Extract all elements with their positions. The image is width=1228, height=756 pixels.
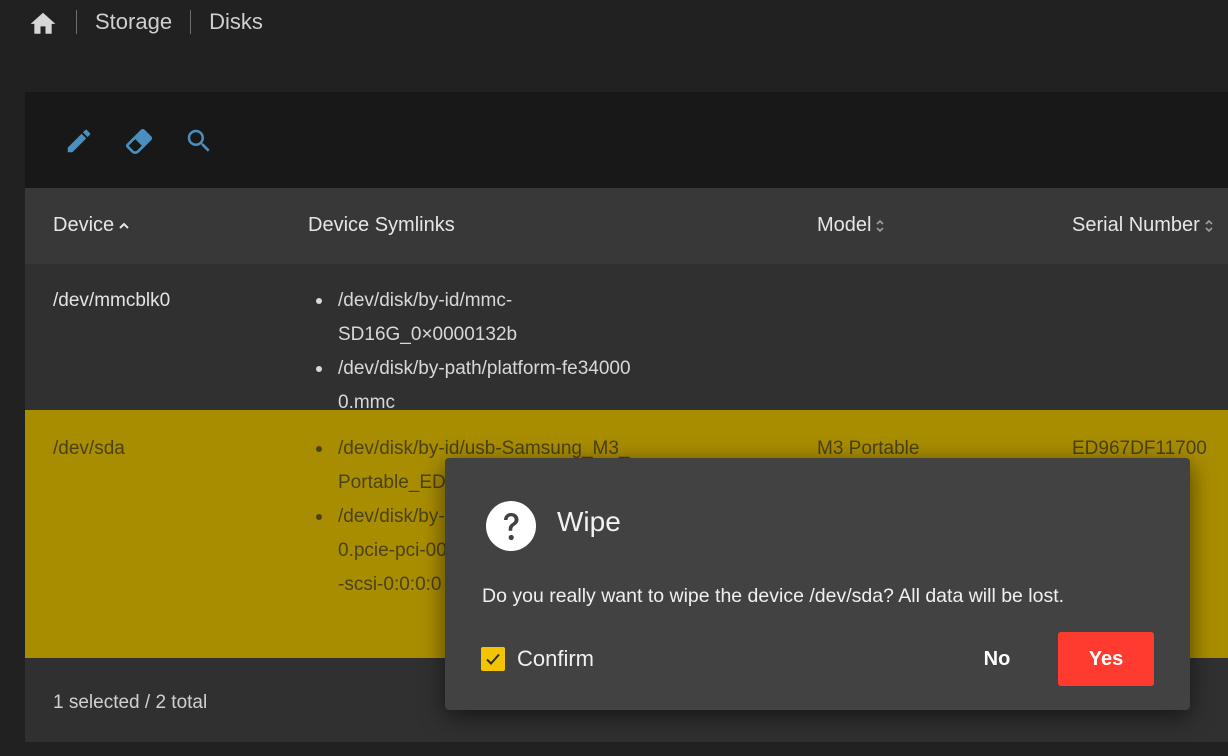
search-button[interactable] — [182, 124, 216, 158]
breadcrumb-separator — [76, 10, 77, 34]
cell-model: M3 Portable — [817, 438, 920, 459]
column-header-serial[interactable]: Serial Number — [1072, 214, 1214, 237]
column-header-symlinks: Device Symlinks — [308, 214, 455, 237]
eraser-icon — [125, 128, 153, 154]
cell-symlinks: /dev/disk/by-id/mmc-SD16G_0×0000132b /de… — [308, 284, 638, 420]
breadcrumb-separator — [190, 10, 192, 34]
breadcrumb: Storage Disks — [28, 6, 263, 38]
confirm-checkbox[interactable]: Confirm — [481, 646, 594, 672]
cell-serial: ED967DF11700 — [1072, 438, 1207, 459]
question-circle-icon — [486, 501, 536, 551]
cell-device: /dev/sda — [53, 438, 125, 459]
sort-ascending-icon — [119, 222, 129, 229]
column-header-device[interactable]: Device — [53, 214, 130, 237]
breadcrumb-storage[interactable]: Storage — [95, 9, 172, 35]
no-button[interactable]: No — [963, 632, 1031, 686]
checkbox-checked[interactable] — [481, 647, 505, 671]
confirm-label: Confirm — [517, 646, 595, 671]
sort-icon — [876, 219, 885, 232]
column-header-label: Serial Number — [1072, 214, 1200, 236]
edit-button[interactable] — [62, 124, 96, 158]
wipe-dialog: Wipe Do you really want to wipe the devi… — [445, 458, 1190, 710]
wipe-button[interactable] — [122, 124, 156, 158]
symlink-item: /dev/disk/by-id/mmc-SD16G_0×0000132b — [308, 284, 638, 352]
dialog-message: Do you really want to wipe the device /d… — [482, 585, 1065, 607]
search-icon — [187, 129, 210, 152]
checkmark-icon — [486, 653, 500, 665]
table-header: Device Device Symlinks Model Serial Numb… — [25, 188, 1228, 265]
column-header-label: Device Symlinks — [308, 214, 455, 236]
selection-count: 1 selected / 2 total — [53, 692, 208, 713]
table-row[interactable]: /dev/mmcblk0 /dev/disk/by-id/mmc-SD16G_0… — [25, 264, 1228, 413]
breadcrumb-disks: Disks — [209, 9, 263, 34]
dialog-title: Wipe — [557, 506, 621, 537]
column-header-label: Model — [817, 214, 872, 236]
cell-device: /dev/mmcblk0 — [53, 290, 171, 311]
column-header-model[interactable]: Model — [817, 214, 885, 237]
table-toolbar — [25, 92, 1228, 188]
home-icon[interactable] — [28, 7, 58, 37]
column-header-label: Device — [53, 214, 115, 236]
yes-button[interactable]: Yes — [1058, 632, 1154, 686]
pencil-icon — [67, 129, 91, 153]
sort-icon — [1205, 219, 1213, 232]
